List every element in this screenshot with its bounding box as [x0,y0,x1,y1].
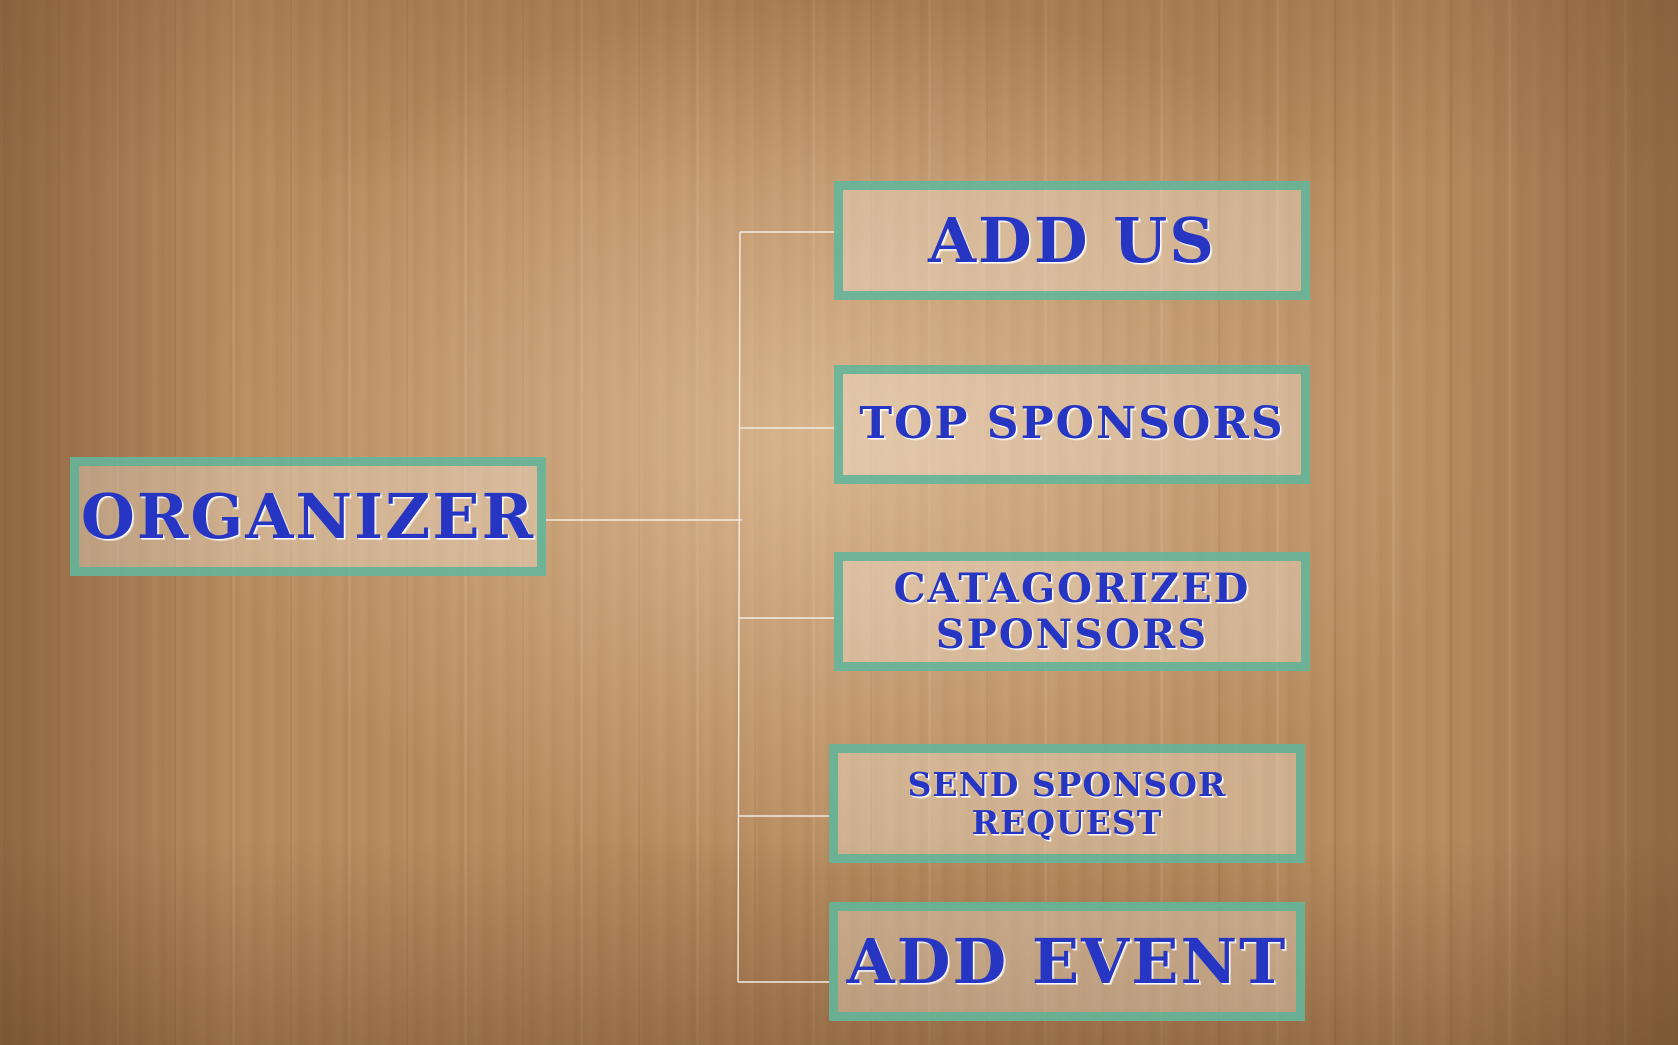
top-sponsors-label: TOP SPONSORS [859,398,1285,450]
add-event-label: ADD EVENT [846,924,1288,998]
organizer-root-label: ORGANIZER [80,479,536,553]
organizer-root-box[interactable]: ORGANIZER [70,457,546,576]
add-us-label: ADD US [927,203,1217,277]
send-sponsor-request-label: SEND SPONSOR REQUEST [907,764,1227,842]
add-event-button[interactable]: ADD EVENT [829,902,1305,1021]
organizer-menu-board: ORGANIZER ADD US TOP SPONSORS CATAGORIZE… [0,0,1678,1045]
add-us-button[interactable]: ADD US [834,181,1310,300]
send-sponsor-request-button[interactable]: SEND SPONSOR REQUEST [829,744,1305,863]
connector-trunk [737,231,741,983]
top-sponsors-button[interactable]: TOP SPONSORS [834,365,1310,484]
categorized-sponsors-label: CATAGORIZED SPONSORS [893,564,1251,658]
categorized-sponsors-button[interactable]: CATAGORIZED SPONSORS [834,552,1310,671]
